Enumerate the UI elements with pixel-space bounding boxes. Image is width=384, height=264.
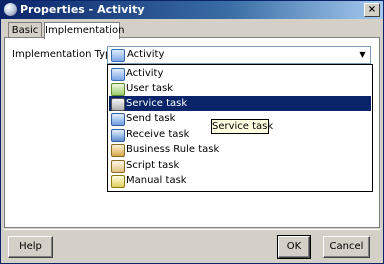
option-label: Send task — [126, 113, 176, 124]
properties-dialog: Properties - Activity × Basic Implementa… — [0, 0, 384, 264]
tooltip: Service task — [211, 119, 274, 134]
option-manual-task[interactable]: Manual task — [109, 173, 371, 188]
option-label: Manual task — [126, 175, 187, 186]
cancel-button[interactable]: Cancel — [323, 236, 370, 258]
tab-implementation[interactable]: Implementation — [44, 22, 124, 39]
ok-button[interactable]: OK — [277, 235, 311, 259]
option-script-task[interactable]: Script task — [109, 158, 371, 173]
option-label: Activity — [126, 68, 164, 79]
option-service-task[interactable]: Service task — [109, 96, 371, 111]
chevron-down-icon[interactable]: ▼ — [356, 48, 369, 62]
window-title: Properties - Activity — [20, 3, 145, 16]
manual-task-icon — [111, 175, 125, 188]
option-activity[interactable]: Activity — [109, 66, 371, 81]
help-button[interactable]: Help — [8, 236, 53, 258]
activity-icon — [111, 49, 125, 62]
implementation-type-value: Activity — [127, 49, 165, 60]
option-label: Service task — [126, 98, 188, 109]
app-icon — [4, 3, 17, 16]
business-rule-task-icon — [111, 144, 125, 157]
tab-basic[interactable]: Basic — [8, 22, 42, 38]
option-label: Business Rule task — [126, 144, 220, 155]
user-task-icon — [111, 83, 125, 96]
option-label: Script task — [126, 160, 180, 171]
implementation-type-select[interactable]: Activity ▼ — [107, 46, 371, 64]
option-business-rule-task[interactable]: Business Rule task — [109, 142, 371, 157]
option-label: Receive task — [126, 129, 190, 140]
script-task-icon — [111, 160, 125, 173]
receive-task-icon — [111, 129, 125, 142]
option-label: User task — [126, 83, 174, 94]
implementation-type-label: Implementation Type: — [12, 49, 121, 60]
title-bar[interactable]: Properties - Activity × — [1, 1, 383, 19]
send-task-icon — [111, 113, 125, 126]
close-button[interactable]: × — [364, 3, 380, 17]
service-task-icon — [111, 98, 125, 111]
divider — [4, 229, 380, 230]
option-user-task[interactable]: User task — [109, 81, 371, 96]
activity-icon — [111, 68, 125, 81]
